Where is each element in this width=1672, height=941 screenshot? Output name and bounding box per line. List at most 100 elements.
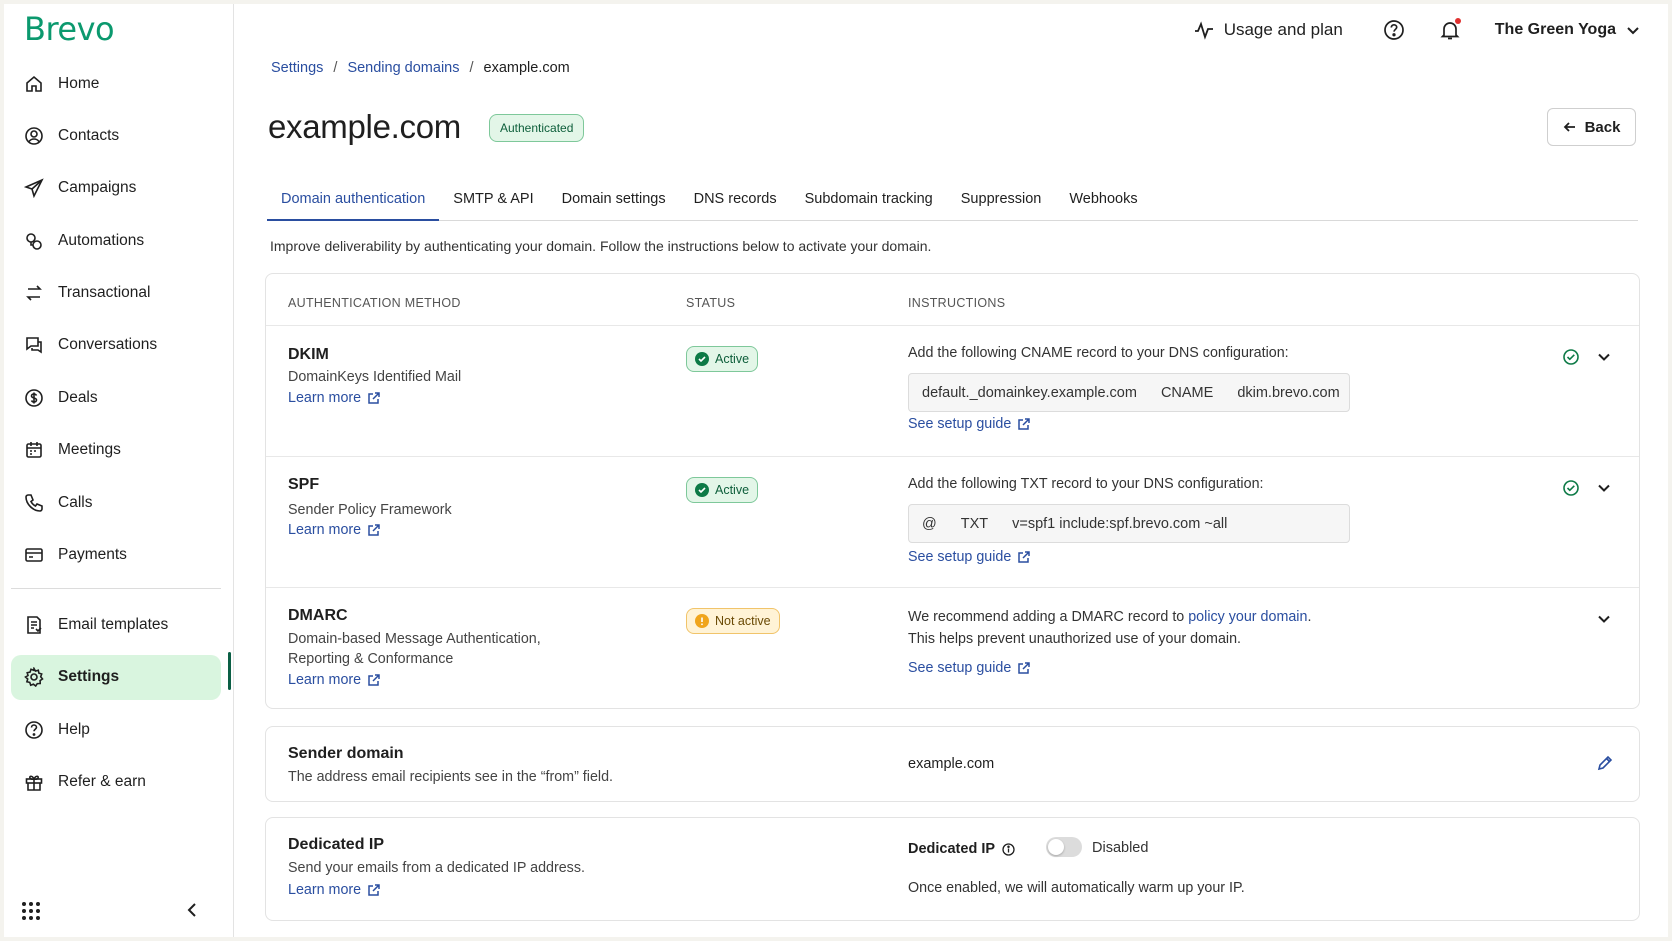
sidebar-item-label: Settings — [58, 668, 120, 686]
breadcrumb-sending-domains[interactable]: Sending domains — [347, 60, 459, 76]
sidebar-item-label: Automations — [58, 231, 145, 249]
dedicated-ip-description: Send your emails from a dedicated IP add… — [288, 860, 585, 876]
sidebar-item-email-templates[interactable]: Email templates — [11, 603, 221, 648]
info-icon[interactable] — [1002, 842, 1015, 856]
table-header: AUTHENTICATION METHOD STATUS INSTRUCTION… — [266, 274, 1639, 326]
card-icon — [25, 548, 43, 562]
brevo-logo[interactable]: Brevo — [24, 10, 115, 48]
dedicated-ip-toggle[interactable] — [1046, 837, 1082, 857]
collapse-sidebar-icon[interactable] — [185, 902, 199, 918]
gift-icon — [25, 775, 43, 791]
back-button[interactable]: Back — [1547, 108, 1636, 146]
apps-grid-icon[interactable] — [20, 900, 42, 922]
tab-smtp-api[interactable]: SMTP & API — [439, 179, 547, 218]
sidebar-item-label: Calls — [58, 493, 93, 511]
sidebar-item-help[interactable]: Help — [11, 707, 221, 752]
dollar-icon — [25, 389, 43, 407]
help-icon — [25, 720, 43, 739]
pencil-icon[interactable] — [1596, 754, 1614, 772]
breadcrumb: Settings / Sending domains / example.com — [271, 60, 570, 76]
header-method: AUTHENTICATION METHOD — [288, 296, 461, 310]
gear-icon — [24, 667, 44, 688]
account-menu[interactable]: The Green Yoga — [1495, 21, 1640, 39]
check-circle-icon — [695, 352, 709, 366]
authentication-table: AUTHENTICATION METHOD STATUS INSTRUCTION… — [265, 273, 1640, 709]
table-row-spf: SPF Sender Policy Framework Learn more A… — [266, 457, 1639, 588]
learn-more-label: Learn more — [288, 522, 362, 538]
sidebar-item-campaigns[interactable]: Campaigns — [11, 166, 221, 211]
sidebar-item-conversations[interactable]: Conversations — [11, 323, 221, 368]
chevron-down-icon[interactable] — [1597, 612, 1611, 626]
learn-more-link[interactable]: Learn more — [288, 882, 380, 898]
usage-and-plan-button[interactable]: Usage and plan — [1194, 20, 1343, 40]
status-badge: Active — [686, 477, 759, 503]
instruction-text: We recommend adding a DMARC record to po… — [908, 606, 1311, 628]
dedicated-ip-label-text: Dedicated IP — [908, 841, 996, 857]
dedicated-ip-note: Once enabled, we will automatically warm… — [908, 880, 1245, 896]
dedicated-ip-label: Dedicated IP — [908, 841, 1015, 857]
setup-guide-link[interactable]: See setup guide — [908, 416, 1031, 432]
dns-record-box[interactable]: default._domainkey.example.com CNAME dki… — [908, 373, 1350, 412]
sidebar-item-label: Payments — [58, 546, 127, 564]
learn-more-link[interactable]: Learn more — [288, 522, 380, 538]
tab-webhooks[interactable]: Webhooks — [1055, 179, 1151, 218]
toggle-state-label: Disabled — [1092, 840, 1149, 856]
sidebar-item-transactional[interactable]: Transactional — [11, 271, 221, 316]
learn-more-label: Learn more — [288, 672, 362, 688]
sidebar-item-label: Email templates — [58, 616, 169, 634]
table-row-dkim: DKIM DomainKeys Identified Mail Learn mo… — [266, 326, 1639, 457]
tab-domain-settings[interactable]: Domain settings — [548, 179, 680, 218]
sidebar-nav: Home Contacts Campaigns Automations Tran… — [11, 61, 221, 812]
breadcrumb-separator: / — [469, 60, 474, 76]
tab-domain-authentication[interactable]: Domain authentication — [267, 182, 440, 221]
sidebar-item-calls[interactable]: Calls — [11, 480, 221, 525]
sidebar-item-payments[interactable]: Payments — [11, 533, 221, 578]
verified-check-icon — [1563, 480, 1579, 496]
method-description: Sender Policy Framework — [288, 502, 452, 518]
sidebar-item-contacts[interactable]: Contacts — [11, 113, 221, 158]
record-value: v=spf1 include:spf.brevo.com ~all — [1012, 515, 1228, 532]
sidebar-item-meetings[interactable]: Meetings — [11, 428, 221, 473]
sidebar-item-label: Deals — [58, 388, 98, 406]
method-description-line1: Domain-based Message Authentication, — [288, 631, 541, 647]
authenticated-badge: Authenticated — [489, 114, 585, 142]
sidebar-item-refer-earn[interactable]: Refer & earn — [11, 760, 221, 805]
sidebar-item-label: Transactional — [58, 284, 151, 302]
sender-domain-description: The address email recipients see in the … — [288, 769, 613, 785]
chevron-down-icon[interactable] — [1597, 481, 1611, 495]
intro-text: Improve deliverability by authenticating… — [270, 238, 932, 254]
tab-dns-records[interactable]: DNS records — [680, 179, 791, 218]
help-icon[interactable] — [1383, 19, 1405, 41]
chevron-down-icon[interactable] — [1597, 350, 1611, 364]
tab-suppression[interactable]: Suppression — [947, 179, 1056, 218]
record-host: @ — [922, 515, 937, 532]
table-row-dmarc: DMARC Domain-based Message Authenticatio… — [266, 588, 1639, 708]
learn-more-link[interactable]: Learn more — [288, 390, 380, 406]
sidebar-item-home[interactable]: Home — [11, 61, 221, 106]
sidebar-item-deals[interactable]: Deals — [11, 375, 221, 420]
learn-more-link[interactable]: Learn more — [288, 672, 380, 688]
external-link-icon — [368, 883, 380, 896]
setup-guide-link[interactable]: See setup guide — [908, 660, 1031, 676]
verified-check-icon — [1563, 349, 1579, 365]
sidebar-item-settings[interactable]: Settings — [11, 654, 221, 700]
send-icon — [24, 178, 44, 199]
tab-bar: Domain authentication SMTP & API Domain … — [267, 182, 1638, 221]
method-description-line2: Reporting & Conformance — [288, 651, 454, 667]
instruction-text-line2: This helps prevent unauthorized use of y… — [908, 631, 1241, 647]
dns-record-box[interactable]: @ TXT v=spf1 include:spf.brevo.com ~all — [908, 504, 1350, 543]
arrow-left-icon — [1563, 122, 1575, 132]
instruction-suffix: . — [1307, 609, 1312, 625]
instruction-prefix: We recommend adding a DMARC record to — [908, 609, 1189, 625]
tab-subdomain-tracking[interactable]: Subdomain tracking — [791, 179, 947, 218]
account-name: The Green Yoga — [1494, 21, 1616, 38]
notifications-button[interactable] — [1439, 18, 1461, 41]
page-title: example.com — [268, 108, 461, 145]
status-label: Active — [715, 352, 750, 366]
breadcrumb-settings[interactable]: Settings — [271, 60, 323, 76]
policy-domain-link[interactable]: policy your domain — [1188, 609, 1307, 625]
chevron-down-icon — [1627, 27, 1639, 35]
setup-guide-link[interactable]: See setup guide — [908, 549, 1031, 565]
sidebar-item-automations[interactable]: Automations — [11, 218, 221, 263]
external-link-icon — [368, 523, 380, 536]
